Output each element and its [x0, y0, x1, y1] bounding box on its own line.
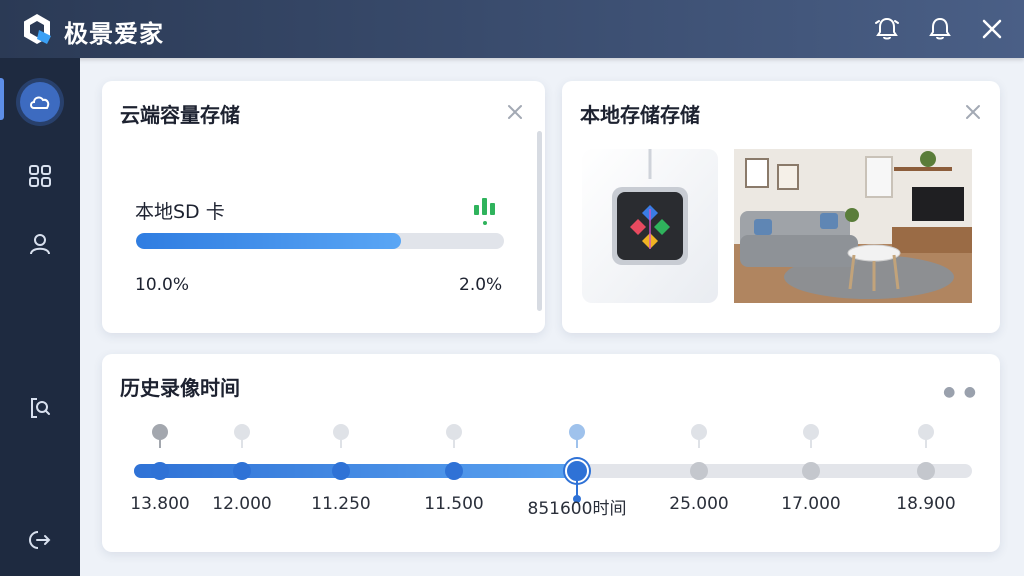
timeline-pin-5	[691, 424, 707, 448]
sidebar-item-search[interactable]	[20, 388, 60, 428]
timeline-pin-6	[803, 424, 819, 448]
timeline-pin-7	[918, 424, 934, 448]
timeline-label-7: 18.900	[896, 494, 956, 514]
alarm-bell-icon[interactable]	[873, 15, 901, 43]
timeline-node-5[interactable]	[690, 462, 708, 480]
storage-progress-fill	[136, 233, 401, 249]
timeline-label-4: 851600时间	[527, 499, 627, 519]
sidebar-item-cloud[interactable]	[20, 82, 60, 122]
history-card: 历史录像时间 ● ● 13.800 12.000 11.250 11.500 85160…	[102, 354, 1000, 552]
timeline-node-1[interactable]	[233, 462, 251, 480]
timeline-label-1: 12.000	[212, 494, 272, 514]
sidebar-item-user[interactable]	[20, 224, 60, 264]
timeline-track[interactable]	[134, 464, 972, 478]
timeline-pin-2	[333, 424, 349, 448]
timeline-pin-4	[569, 424, 585, 448]
cloud-storage-card: 云端容量存储 本地SD 卡 10.0% 2.0%	[102, 81, 545, 333]
close-cloud-card-icon[interactable]	[506, 103, 524, 121]
local-storage-card: 本地存储存储	[562, 81, 1000, 333]
timeline-node-4[interactable]	[565, 459, 589, 483]
apps-grid-icon	[29, 165, 51, 187]
timeline-pin-1	[234, 424, 250, 448]
living-room-photo[interactable]	[734, 149, 972, 303]
storage-label: 本地SD 卡	[135, 201, 225, 223]
timeline-node-6[interactable]	[802, 462, 820, 480]
storage-device-image[interactable]	[582, 149, 718, 303]
timeline-label-2: 11.250	[311, 494, 371, 514]
app-logo-icon	[24, 14, 51, 44]
timeline-pin-0	[152, 424, 168, 448]
history-timeline[interactable]: 13.800 12.000 11.250 11.500 851600时间 25.000 17…	[102, 354, 1000, 552]
close-icon[interactable]	[978, 15, 1006, 43]
timeline-label-6: 17.000	[781, 494, 841, 514]
timeline-label-0: 13.800	[130, 494, 190, 514]
sidebar-item-logout[interactable]	[20, 520, 60, 560]
storage-right-value: 2.0%	[459, 275, 503, 295]
app-title: 极景爱家	[64, 20, 164, 48]
timeline-pin-3	[446, 424, 462, 448]
sidebar	[0, 58, 80, 576]
timeline-label-3: 11.500	[424, 494, 484, 514]
search-document-icon	[31, 398, 50, 418]
active-indicator	[0, 78, 4, 120]
timeline-progress-fill	[134, 464, 577, 478]
timeline-node-2[interactable]	[332, 462, 350, 480]
logout-icon	[29, 531, 51, 549]
top-bar: 极景爱家	[0, 0, 1024, 58]
cloud-icon	[30, 96, 50, 109]
close-local-card-icon[interactable]	[964, 103, 982, 121]
timeline-node-7[interactable]	[917, 462, 935, 480]
card-scrollbar[interactable]	[537, 131, 542, 311]
sidebar-item-apps[interactable]	[20, 156, 60, 196]
timeline-node-3[interactable]	[445, 462, 463, 480]
storage-progress-bar	[136, 233, 504, 249]
user-icon	[30, 234, 50, 255]
local-card-title: 本地存储存储	[580, 103, 700, 127]
bell-icon[interactable]	[926, 15, 954, 43]
timeline-node-0[interactable]	[151, 462, 169, 480]
signal-bars-icon	[474, 198, 495, 225]
timeline-label-5: 25.000	[669, 494, 729, 514]
storage-left-value: 10.0%	[135, 275, 190, 295]
cloud-card-title: 云端容量存储	[120, 103, 240, 127]
